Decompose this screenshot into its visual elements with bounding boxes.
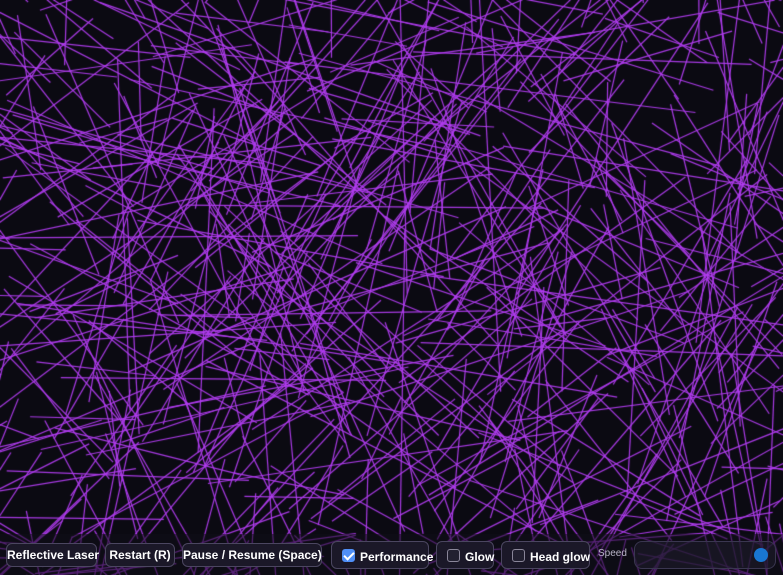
speed-label: Speed <box>598 548 627 559</box>
laser-canvas[interactable] <box>0 0 783 575</box>
performance-checkbox[interactable] <box>342 549 355 562</box>
reflective-laser-button[interactable]: Reflective Laser <box>6 543 99 567</box>
speed-slider[interactable] <box>634 541 776 569</box>
glow-toggle[interactable]: Glow <box>436 541 494 569</box>
speed-slider-thumb[interactable] <box>753 548 768 562</box>
control-toolbar: Reflective Laser Restart (R) Pause / Res… <box>0 534 783 575</box>
restart-button[interactable]: Restart (R) <box>105 543 175 567</box>
glow-label: Glow <box>465 550 495 564</box>
pause-resume-button[interactable]: Pause / Resume (Space) <box>182 543 322 567</box>
head-glow-toggle[interactable]: Head glow <box>501 541 590 569</box>
glow-checkbox[interactable] <box>447 549 460 562</box>
head-glow-label: Head glow <box>530 550 591 564</box>
head-glow-checkbox[interactable] <box>512 549 525 562</box>
performance-toggle[interactable]: Performance <box>331 541 433 569</box>
performance-label: Performance <box>360 550 434 564</box>
